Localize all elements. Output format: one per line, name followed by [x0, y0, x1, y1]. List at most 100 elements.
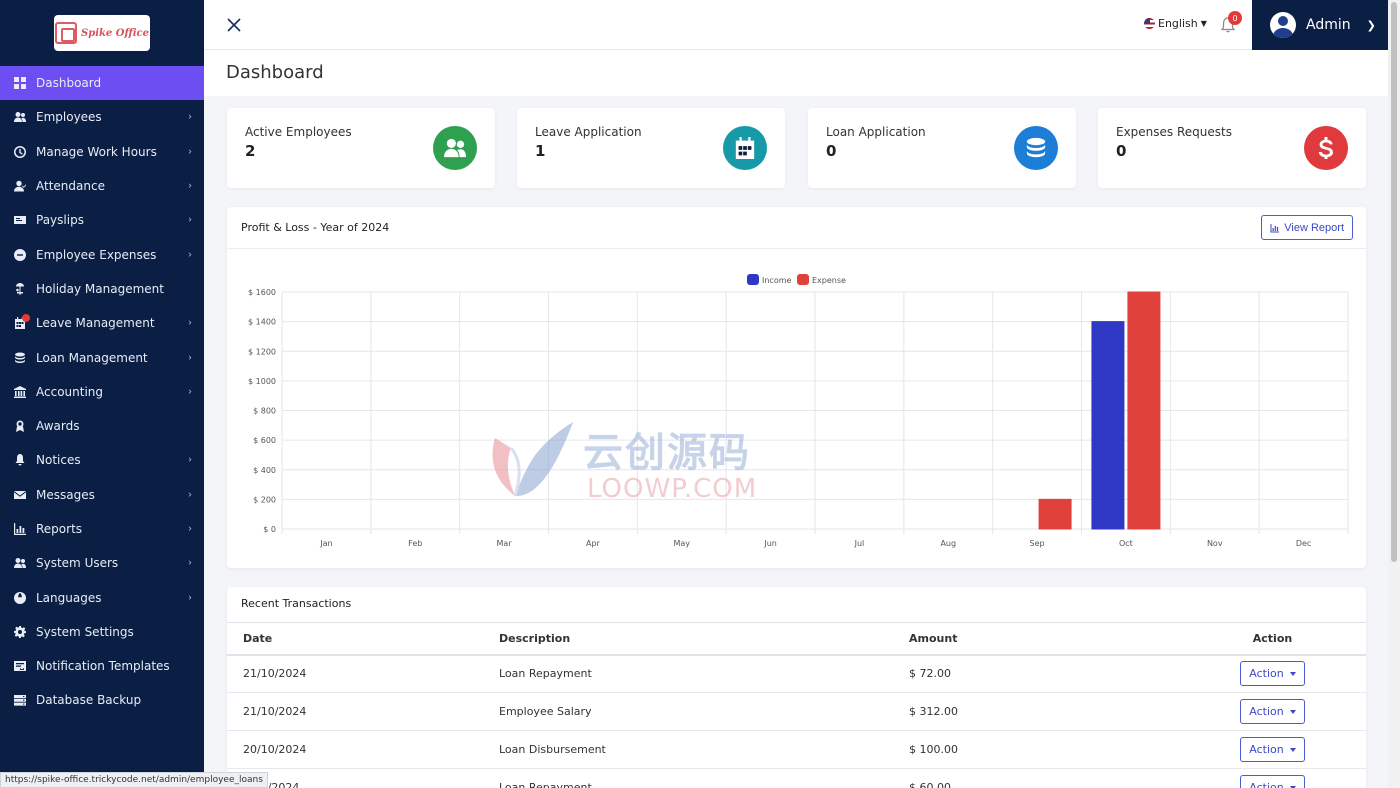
- x-tick-label: Sep: [1030, 539, 1045, 548]
- sidebar-item-notices[interactable]: Notices ›: [0, 443, 204, 477]
- chevron-right-icon: ›: [188, 454, 192, 466]
- action-label: Action: [1249, 705, 1284, 718]
- user-check-icon: [14, 180, 26, 192]
- chevron-right-icon: ›: [188, 489, 192, 501]
- action-label: Action: [1249, 781, 1284, 788]
- bar-chart-icon: [1270, 223, 1280, 232]
- table-row: 20/10/2024 Loan Disbursement $ 100.00 Actio…: [227, 730, 1366, 769]
- sidebar-item-employee-expenses[interactable]: Employee Expenses ›: [0, 237, 204, 271]
- table-row: 21/10/2024 Loan Repayment $ 72.00 Action: [227, 654, 1366, 693]
- recent-transactions-card: Recent Transactions Date Description Amo…: [227, 587, 1366, 788]
- holiday-icon-wrap: [14, 282, 26, 295]
- sidebar-item-label: Notification Templates: [36, 659, 170, 674]
- sidebar-item-holiday-management[interactable]: Holiday Management: [0, 272, 204, 306]
- action-dropdown-button[interactable]: Action: [1240, 775, 1305, 788]
- chevron-right-icon: ›: [188, 386, 192, 398]
- sidebar-item-notification-templates[interactable]: Notification Templates: [0, 649, 204, 683]
- sidebar-item-system-settings[interactable]: System Settings: [0, 615, 204, 649]
- sidebar-item-awards[interactable]: Awards: [0, 409, 204, 443]
- sidebar-item-label: Awards: [36, 419, 80, 434]
- sidebar-item-messages[interactable]: Messages ›: [0, 478, 204, 512]
- stat-value: 2: [245, 142, 256, 160]
- sidebar-item-label: Dashboard: [36, 76, 102, 91]
- col-date: Date: [227, 622, 499, 656]
- y-tick-label: $ 1200: [248, 347, 276, 356]
- sidebar-item-payslips[interactable]: Payslips ›: [0, 203, 204, 237]
- sidebar-item-database-backup[interactable]: Database Backup: [0, 683, 204, 717]
- page-scrollbar[interactable]: [1388, 0, 1400, 788]
- sidebar-item-label: Attendance: [36, 179, 105, 194]
- user-check-icon-wrap: [14, 180, 26, 192]
- sidebar-nav: Dashboard Employees › Manage Work Hours › Att…: [0, 66, 204, 718]
- stat-card-expenses-requests[interactable]: Expenses Requests 0: [1098, 108, 1366, 188]
- grid-icon-wrap: [14, 77, 26, 90]
- chevron-right-icon: ›: [188, 592, 192, 604]
- view-report-button[interactable]: View Report: [1261, 215, 1353, 240]
- sidebar: Spike Office Dashboard Employees › Manage W…: [0, 0, 204, 788]
- stat-card-loan-application[interactable]: Loan Application 0: [808, 108, 1076, 188]
- template-icon: [14, 661, 26, 672]
- sidebar-item-employees[interactable]: Employees ›: [0, 100, 204, 134]
- stat-card-leave-application[interactable]: Leave Application 1: [517, 108, 785, 188]
- user-menu[interactable]: Admin ❯: [1252, 0, 1388, 50]
- sidebar-item-accounting[interactable]: Accounting ›: [0, 375, 204, 409]
- legend-label-expense: Expense: [812, 276, 846, 285]
- sidebar-item-loan-management[interactable]: Loan Management ›: [0, 340, 204, 374]
- chevron-right-icon: ›: [188, 111, 192, 123]
- legend-swatch-expense: [797, 274, 809, 285]
- us-flag-icon: [1144, 18, 1155, 29]
- scrollbar-thumb[interactable]: [1391, 2, 1397, 562]
- sidebar-item-label: Notices: [36, 453, 81, 468]
- x-tick-label: Jun: [763, 539, 777, 548]
- cell-date: 21/10/2024: [227, 692, 499, 731]
- sidebar-item-leave-management[interactable]: Leave Management ›: [0, 306, 204, 340]
- view-report-label: View Report: [1284, 221, 1344, 234]
- x-tick-label: Mar: [497, 539, 513, 548]
- gear-icon: [14, 625, 26, 638]
- transactions-title: Recent Transactions: [241, 597, 352, 610]
- template-icon-wrap: [14, 660, 26, 672]
- chevron-right-icon: ›: [188, 352, 192, 364]
- calendar-icon: [735, 137, 755, 159]
- sidebar-item-manage-work-hours[interactable]: Manage Work Hours ›: [0, 135, 204, 169]
- bar-chart-icon-wrap: [14, 523, 26, 535]
- language-selector[interactable]: English ▼: [1144, 17, 1207, 30]
- sidebar-item-label: Database Backup: [36, 693, 142, 708]
- x-tick-label: Apr: [586, 539, 601, 548]
- action-dropdown-button[interactable]: Action: [1240, 699, 1305, 724]
- sidebar-item-label: System Settings: [36, 624, 134, 639]
- sidebar-item-attendance[interactable]: Attendance ›: [0, 169, 204, 203]
- sidebar-item-label: Employee Expenses: [36, 247, 157, 262]
- stat-card-active-employees[interactable]: Active Employees 2: [227, 108, 495, 188]
- page-title-bar: Dashboard: [204, 50, 1388, 96]
- stat-label: Loan Application: [826, 125, 926, 139]
- chevron-right-icon: ›: [188, 249, 192, 261]
- y-tick-label: $ 400: [253, 466, 276, 475]
- sidebar-item-label: System Users: [36, 556, 119, 571]
- sidebar-item-label: Employees: [36, 110, 102, 125]
- sidebar-item-dashboard[interactable]: Dashboard: [0, 66, 204, 101]
- sidebar-item-label: Languages: [36, 590, 102, 605]
- action-dropdown-button[interactable]: Action: [1240, 737, 1305, 762]
- payslip-icon: [14, 216, 26, 225]
- y-tick-label: $ 1000: [248, 377, 276, 386]
- sidebar-item-label: Messages: [36, 487, 95, 502]
- close-icon[interactable]: [226, 17, 242, 33]
- caret-down-icon: [1289, 709, 1296, 714]
- sidebar-item-languages[interactable]: Languages ›: [0, 580, 204, 614]
- y-tick-label: $ 0: [263, 525, 276, 534]
- award-icon-wrap: [14, 420, 26, 433]
- sidebar-item-reports[interactable]: Reports ›: [0, 512, 204, 546]
- users-icon: [444, 138, 466, 158]
- notification-dot: [22, 314, 30, 323]
- action-dropdown-button[interactable]: Action: [1240, 661, 1305, 687]
- cell-amount: $ 312.00: [909, 692, 1179, 731]
- brand-logo[interactable]: Spike Office: [54, 15, 150, 51]
- legend-label-income: Income: [762, 276, 792, 285]
- clock-icon: [14, 145, 26, 158]
- cell-description: Employee Salary: [499, 692, 909, 731]
- chevron-right-icon: ›: [188, 146, 192, 158]
- caret-down-icon: [1289, 747, 1296, 752]
- language-label: English: [1158, 17, 1198, 30]
- sidebar-item-system-users[interactable]: System Users ›: [0, 546, 204, 580]
